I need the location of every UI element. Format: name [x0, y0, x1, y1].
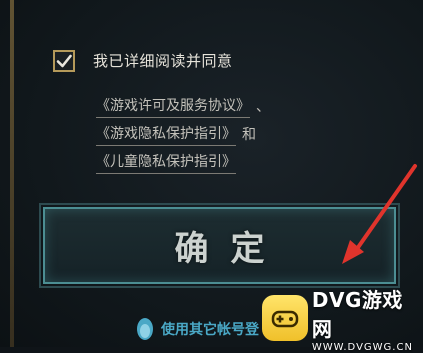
privacy-guide-link[interactable]: 《游戏隐私保护指引》	[96, 123, 236, 146]
child-privacy-guide-link[interactable]: 《儿童隐私保护指引》	[96, 151, 236, 174]
alt-account-login[interactable]: 使用其它帐号登	[135, 316, 259, 342]
gamepad-logo-icon	[262, 295, 308, 341]
separator: 、	[256, 99, 270, 115]
agreement-links: 《游戏许可及服务协议》 、 《游戏隐私保护指引》 和 《儿童隐私保护指引》	[96, 92, 270, 176]
penguin-icon	[137, 318, 153, 340]
license-agreement-link[interactable]: 《游戏许可及服务协议》	[96, 95, 250, 118]
red-arrow-annotation	[342, 164, 417, 264]
watermark-url: WWW.DVGWG.CN	[311, 341, 413, 353]
site-watermark: DVG游戏网 WWW.DVGWG.CN	[262, 288, 423, 353]
consent-label: 我已详细阅读并同意	[93, 52, 233, 70]
alt-login-label: 使用其它帐号登	[161, 322, 259, 338]
confirm-button-label: 确定	[174, 229, 287, 269]
watermark-title: DVG游戏网	[311, 287, 403, 341]
panel-border	[10, 0, 14, 347]
consent-checkbox[interactable]	[53, 50, 75, 72]
separator: 和	[242, 127, 256, 143]
checkmark-icon	[56, 54, 72, 68]
